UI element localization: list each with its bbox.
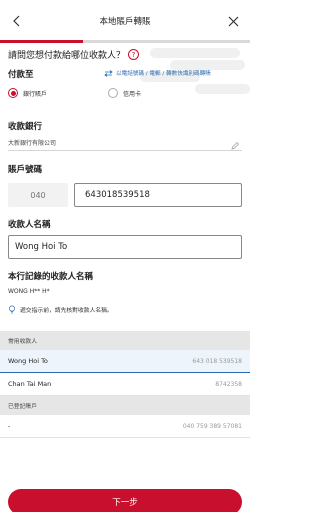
record-name-label: 本行記錄的收款人名稱	[8, 272, 94, 282]
payee-name: Wong Hoi To	[8, 357, 48, 365]
payee-name: -	[8, 422, 11, 430]
progress-fill	[0, 40, 83, 43]
payee-account: 643 018 539518	[192, 357, 242, 365]
switch-link-label: 以電話號碼 / 電郵 / 轉數快識別碼轉賬	[116, 71, 211, 77]
account-number-input[interactable]: 643018539518	[74, 183, 242, 207]
decor-pill	[150, 48, 240, 58]
list-item[interactable]: Chan Tai Man 8742358	[0, 373, 250, 396]
progress-bar	[0, 40, 250, 43]
tip-text: 遞交指示前，請先核對收款人名稱。	[20, 308, 113, 314]
payee-account: 8742358	[215, 380, 242, 388]
radio-credit-card[interactable]: 信用卡	[108, 88, 141, 98]
pay-to-label: 付款至	[8, 70, 34, 80]
radio-label: 信用卡	[123, 90, 142, 98]
decor-pill	[195, 84, 250, 94]
payee-account: 040 759 389 57081	[182, 422, 242, 430]
radio-unselected-icon	[108, 88, 118, 98]
swap-arrows-icon	[104, 69, 113, 77]
close-icon[interactable]	[224, 12, 242, 30]
help-icon[interactable]: ?	[128, 49, 140, 60]
app-header: 本地賬戶轉賬	[0, 0, 250, 42]
switch-to-proxy-link[interactable]: 以電話號碼 / 電郵 / 轉數快識別碼轉賬	[104, 69, 211, 77]
page-title: 本地賬戶轉賬	[99, 17, 151, 27]
radio-label: 銀行賬戶	[23, 90, 48, 98]
bank-label: 收款銀行	[8, 122, 43, 132]
payee-name-input[interactable]: Wong Hoi To	[8, 235, 242, 259]
registered-accounts-header: 已登記賬戶	[0, 396, 250, 415]
payee-name: Chan Tai Man	[8, 380, 52, 388]
payee-question: 請問您想付款給哪位收款人？ ?	[8, 48, 140, 61]
record-name-value: WONG H** H*	[8, 288, 50, 295]
pencil-icon[interactable]	[230, 136, 240, 150]
frequent-payees-header: 常用收款人	[0, 331, 250, 350]
list-item[interactable]: - 040 759 389 57081	[0, 415, 250, 438]
payee-name-label: 收款人名稱	[8, 220, 51, 230]
radio-selected-icon	[8, 88, 18, 98]
next-button[interactable]: 下一步	[8, 489, 242, 512]
bank-value[interactable]: 大新銀行有限公司	[8, 138, 56, 147]
list-item[interactable]: Wong Hoi To 643 018 539518	[0, 350, 250, 373]
bank-code-field: 040	[8, 183, 68, 207]
verify-tip: 遞交指示前，請先核對收款人名稱。	[8, 305, 113, 314]
question-text: 請問您想付款給哪位收款人？	[8, 51, 126, 61]
lightbulb-icon	[9, 305, 15, 314]
account-label: 賬戶號碼	[8, 165, 43, 175]
radio-bank-account[interactable]: 銀行賬戶	[8, 88, 47, 98]
payee-list: 常用收款人 Wong Hoi To 643 018 539518 Chan Ta…	[0, 331, 250, 438]
divider	[8, 150, 242, 151]
